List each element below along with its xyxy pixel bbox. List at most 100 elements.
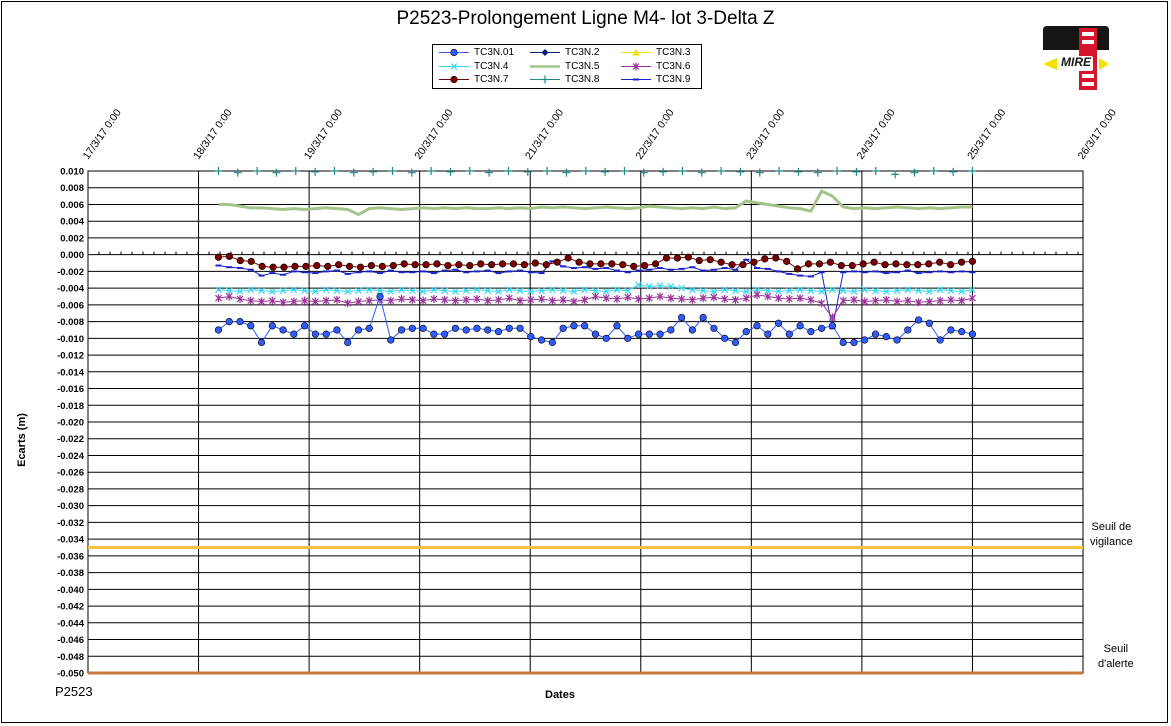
x-tick-label: 26/3/17 0:00 (1076, 107, 1119, 162)
data-point (291, 262, 299, 270)
data-point (815, 260, 824, 268)
data-point (473, 324, 481, 332)
data-point (505, 324, 513, 332)
data-point (455, 261, 463, 269)
y-tick-label: 0.008 (60, 183, 84, 194)
data-point (444, 261, 452, 270)
data-point (400, 260, 408, 268)
legend-item: TC3N.8 (528, 73, 618, 86)
data-point (516, 324, 524, 332)
y-tick-label: -0.024 (57, 451, 85, 462)
data-point (904, 326, 912, 334)
y-tick-label: -0.044 (57, 618, 85, 629)
data-point (427, 167, 436, 175)
data-point (214, 326, 223, 334)
data-point (656, 330, 664, 338)
data-point (796, 322, 804, 330)
legend-item: TC3N.6 (619, 60, 709, 73)
data-point (387, 336, 395, 344)
data-point (914, 316, 923, 324)
data-point (465, 167, 474, 175)
data-point (397, 326, 406, 334)
x-tick-label: 19/3/17 0:00 (302, 107, 345, 162)
data-point (330, 167, 339, 175)
data-point (498, 260, 507, 268)
data-point (247, 322, 255, 330)
y-tick-label: -0.018 (57, 401, 84, 412)
data-point (968, 330, 977, 338)
data-point (785, 330, 793, 338)
y-tick-label: -0.010 (57, 334, 84, 345)
data-point (753, 322, 761, 330)
data-point (548, 338, 556, 347)
data-point (608, 260, 616, 268)
x-tick-label: 17/3/17 0:00 (81, 107, 124, 162)
data-point (376, 292, 384, 301)
y-tick-label: -0.022 (57, 434, 84, 445)
data-point (794, 167, 803, 176)
data-point (772, 254, 780, 262)
data-point (279, 326, 287, 334)
y-tick-label: 0.010 (60, 167, 84, 178)
data-point (553, 258, 561, 266)
data-point (407, 168, 416, 177)
data-point (813, 168, 822, 177)
data-point (477, 260, 485, 268)
data-point (601, 167, 610, 176)
data-point (613, 322, 621, 330)
data-point (537, 336, 546, 344)
threshold-vigilance-line2: vigilance (1090, 536, 1133, 548)
data-point (731, 338, 740, 347)
y-tick-label: 0.000 (60, 250, 84, 261)
data-point (783, 257, 791, 265)
legend-swatch (530, 75, 560, 84)
x-tick-label: 22/3/17 0:00 (633, 107, 676, 162)
data-point (936, 336, 944, 344)
data-point (509, 260, 518, 268)
threshold-alert-line2: d'alerte (1098, 658, 1134, 670)
data-point (422, 261, 430, 269)
data-point (586, 260, 594, 268)
data-point (739, 261, 747, 269)
data-point (871, 167, 880, 175)
data-point (559, 324, 567, 332)
data-point (804, 260, 813, 268)
data-point (349, 168, 358, 177)
threshold-vigilance-line1: Seuil de (1091, 521, 1132, 533)
x-axis-ticks: 17/3/17 0:00 18/3/17 0:00 19/3/17 0:00 20/3… (81, 107, 1119, 162)
x-tick-label: 18/3/17 0:00 (191, 107, 234, 162)
data-point (667, 326, 675, 334)
data-point (630, 262, 638, 270)
data-point (859, 260, 867, 268)
data-point (344, 338, 352, 347)
legend: TC3N.01 TC3N.2 TC3N.3 TC3N.4 TC3N.5 TC3N.6 TC3… (432, 44, 702, 89)
y-tick-label: -0.026 (57, 468, 84, 479)
data-point (311, 167, 320, 176)
data-point (369, 167, 378, 176)
grid (87, 170, 1084, 674)
data-point (365, 324, 373, 332)
data-point (925, 319, 933, 327)
y-tick-label: 0.006 (60, 200, 84, 211)
legend-label: TC3N.5 (565, 60, 600, 72)
data-point (717, 258, 725, 266)
data-point (564, 254, 572, 262)
legend-item: TC3N.01 (437, 46, 527, 59)
threshold-vigilance-label: Seuil de vigilance (1090, 520, 1133, 550)
data-point (272, 168, 281, 177)
data-point (268, 322, 276, 330)
legend-label: TC3N.01 (474, 47, 515, 58)
data-point (828, 322, 837, 330)
data-point (301, 322, 309, 330)
data-point (826, 258, 834, 266)
data-point (602, 334, 610, 342)
data-point (742, 328, 750, 336)
legend-swatch (530, 64, 560, 68)
footer-code: P2523 (55, 684, 93, 699)
data-point (484, 326, 492, 334)
data-point (699, 313, 707, 322)
threshold-alert-line1: Seuil (1103, 643, 1129, 655)
data-point (302, 262, 310, 270)
legend-item: TC3N.9 (619, 73, 709, 86)
y-tick-label: -0.050 (57, 669, 84, 680)
